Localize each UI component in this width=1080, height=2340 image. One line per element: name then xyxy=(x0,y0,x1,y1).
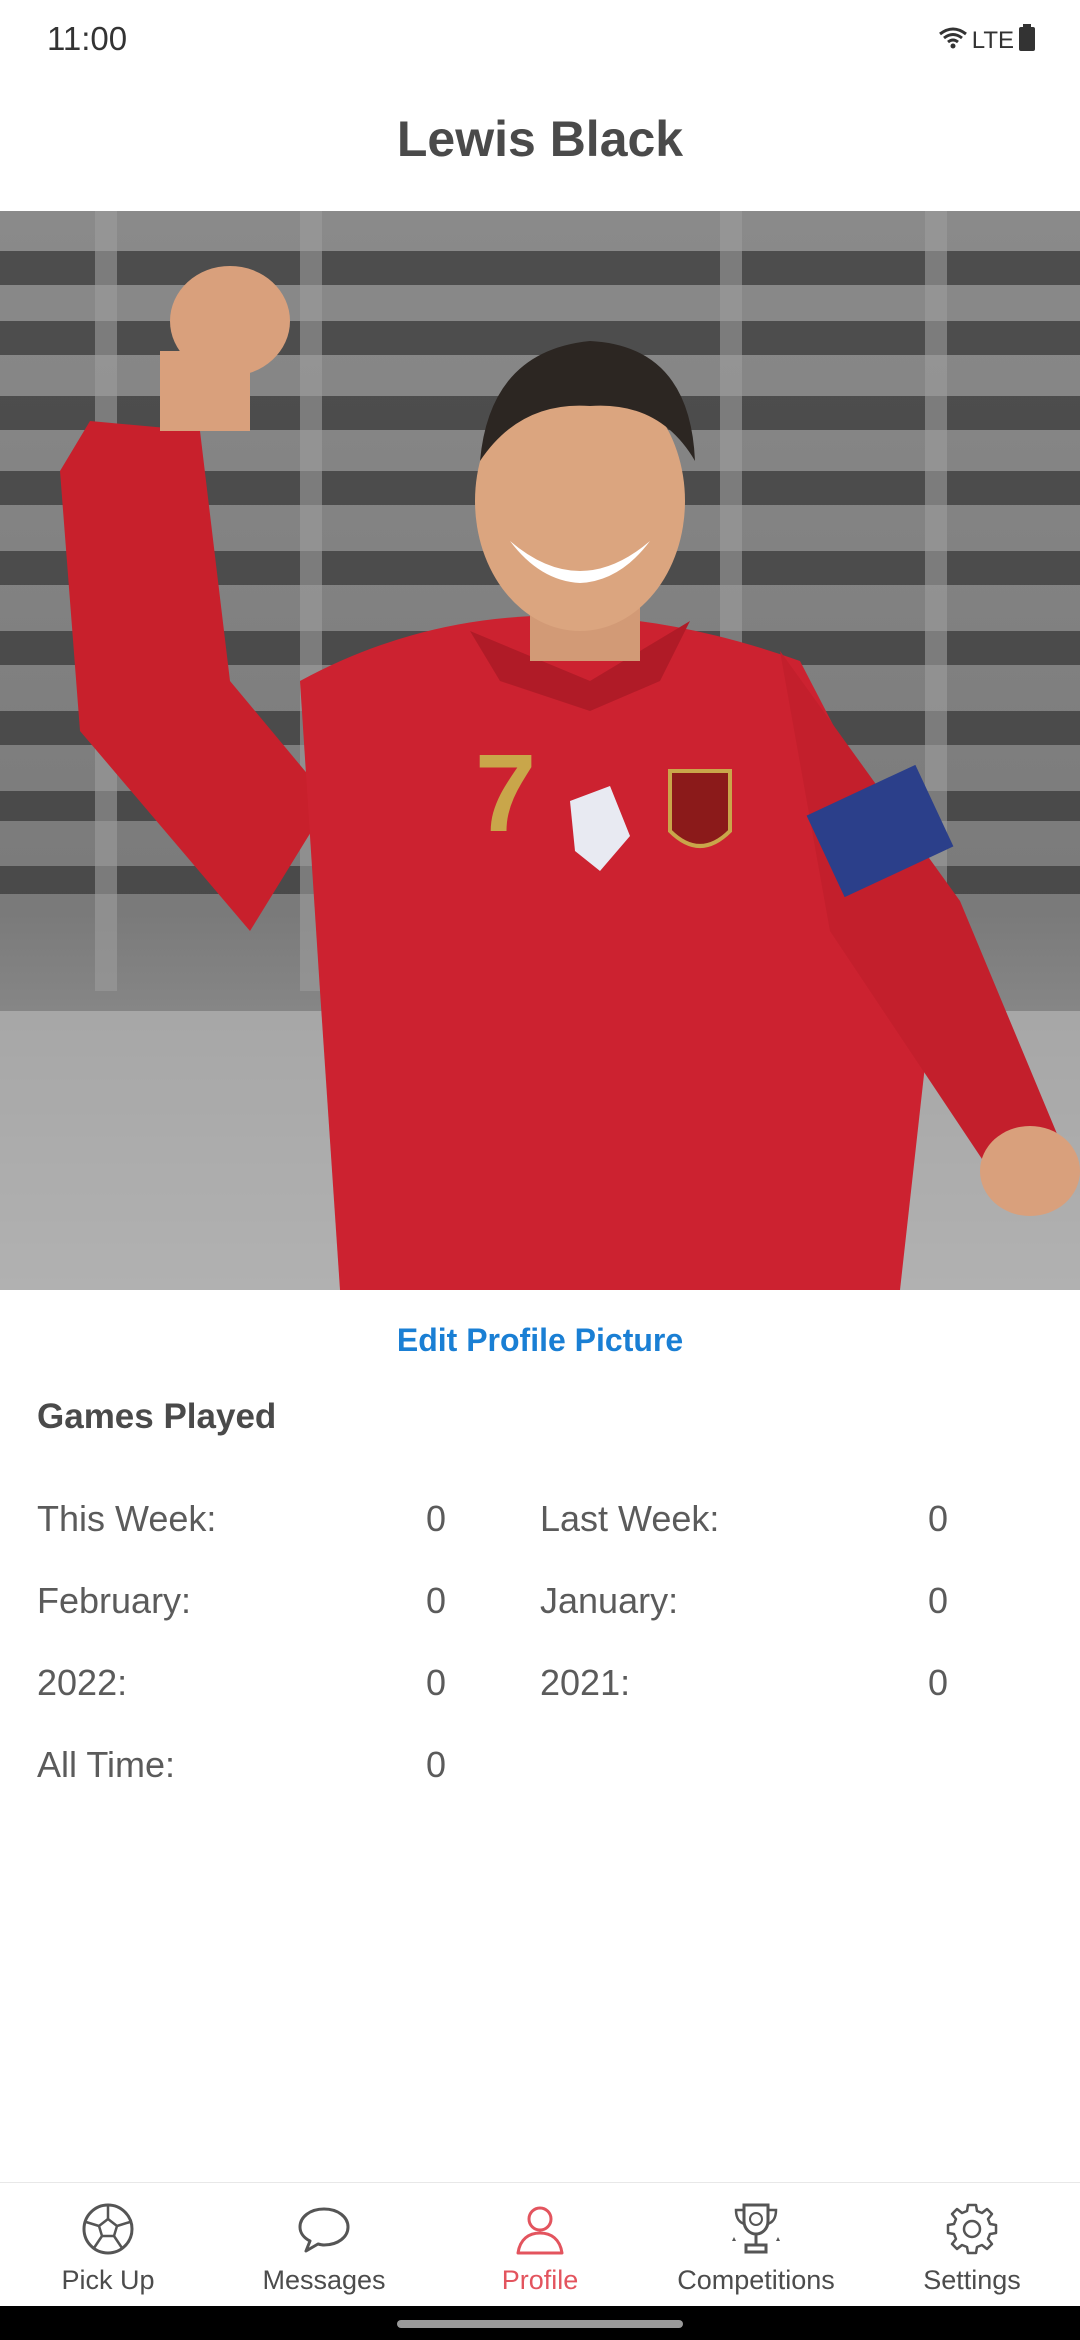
stat-label: This Week: xyxy=(37,1498,217,1539)
battery-icon xyxy=(1018,24,1036,57)
stat-label: 2021: xyxy=(540,1662,631,1703)
nav-item-competitions[interactable]: Competitions xyxy=(648,2183,864,2307)
nav-item-messages[interactable]: Messages xyxy=(216,2183,432,2307)
page-title: Lewis Black xyxy=(396,111,684,167)
bottom-nav: Pick Up Messages Profile Competitions Se… xyxy=(0,2182,1080,2307)
status-time: 11:00 xyxy=(47,20,128,57)
stat-value: 0 xyxy=(928,1580,949,1621)
stat-value: 0 xyxy=(928,1498,949,1539)
wifi-icon xyxy=(938,26,968,55)
soccer-ball-icon xyxy=(78,2199,138,2259)
status-bar: 11:00 LTE xyxy=(0,0,1080,80)
nav-item-pick-up[interactable]: Pick Up xyxy=(0,2183,216,2307)
stat-value: 0 xyxy=(426,1662,447,1703)
games-played-title: Games Played xyxy=(37,1397,277,1436)
stat-value: 0 xyxy=(426,1744,447,1785)
gesture-bar xyxy=(0,2306,1080,2340)
nav-label: Settings xyxy=(923,2265,1021,2295)
nav-item-settings[interactable]: Settings xyxy=(864,2183,1080,2307)
nav-item-profile[interactable]: Profile xyxy=(432,2183,648,2307)
stat-label: 2022: xyxy=(37,1662,128,1703)
stat-label: February: xyxy=(37,1580,192,1621)
profile-photo: 7 xyxy=(0,211,1080,1290)
home-indicator[interactable] xyxy=(397,2320,683,2328)
status-icons: LTE xyxy=(938,24,1036,57)
nav-label: Pick Up xyxy=(61,2265,155,2295)
stat-label: Last Week: xyxy=(540,1498,720,1539)
stat-value: 0 xyxy=(426,1580,447,1621)
gear-icon xyxy=(942,2199,1002,2259)
stat-value: 0 xyxy=(426,1498,447,1539)
nav-label: Competitions xyxy=(677,2265,835,2295)
network-type: LTE xyxy=(971,26,1014,54)
stat-label: January: xyxy=(540,1580,679,1621)
person-icon xyxy=(510,2199,570,2259)
stat-value: 0 xyxy=(928,1662,949,1703)
nav-label: Profile xyxy=(501,2265,579,2295)
edit-profile-picture-link[interactable]: Edit Profile Picture xyxy=(0,1322,1080,1359)
trophy-icon xyxy=(726,2199,786,2259)
chat-bubble-icon xyxy=(294,2199,354,2259)
stat-label: All Time: xyxy=(37,1744,176,1785)
nav-label: Messages xyxy=(262,2265,386,2295)
svg-text:7: 7 xyxy=(475,732,536,855)
